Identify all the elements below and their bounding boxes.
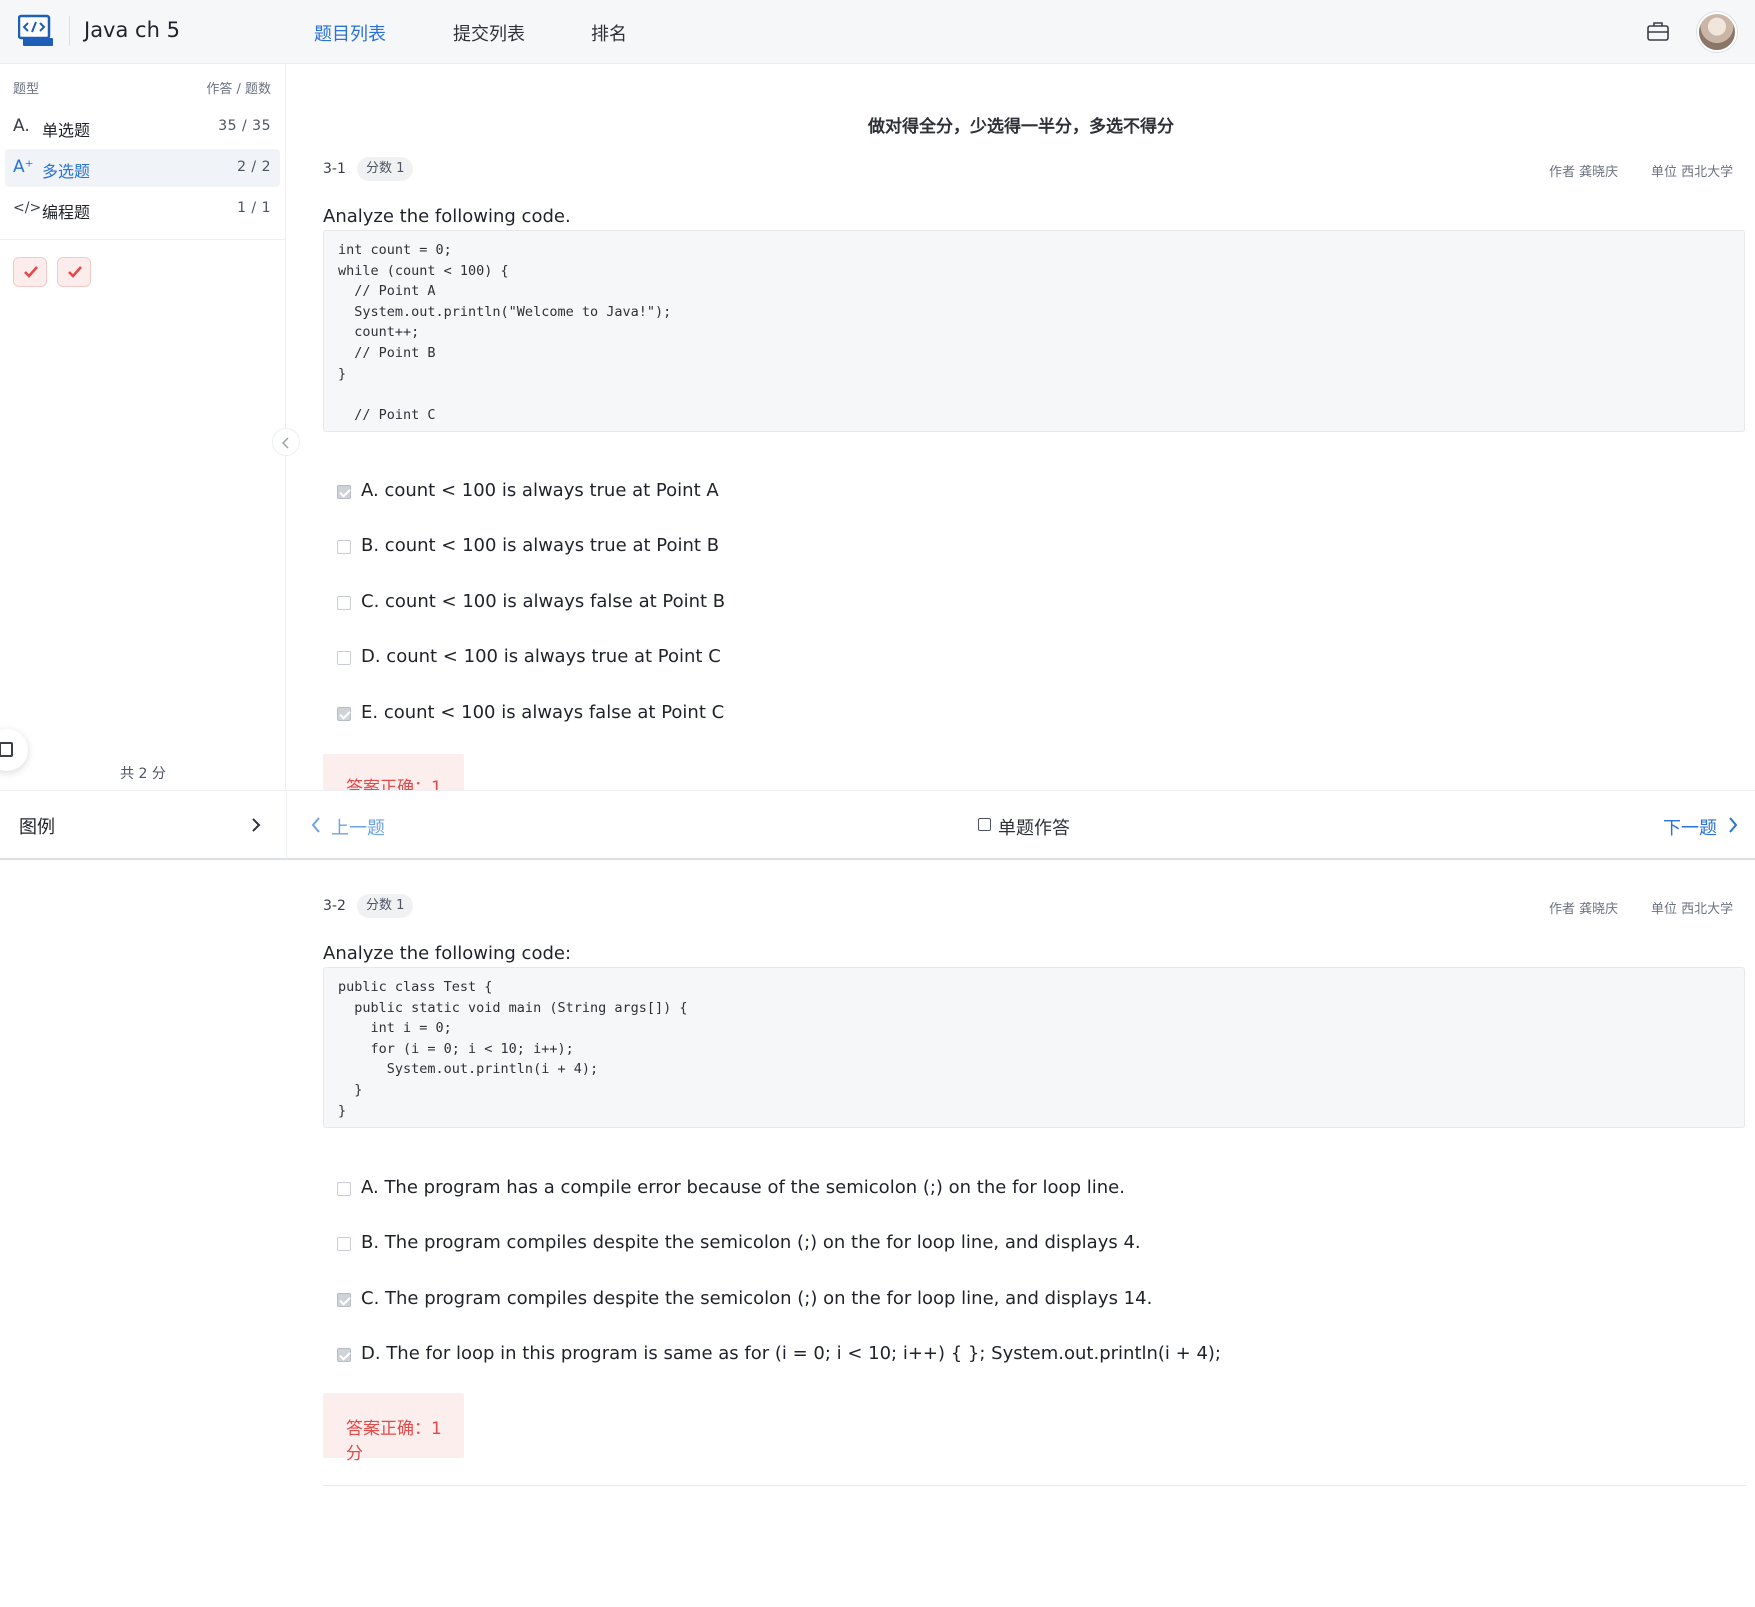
option-label: B. The program compiles despite the semi… [361, 1232, 1141, 1253]
checkbox[interactable] [978, 818, 991, 831]
top-bar: Java ch 5 题目列表 提交列表 排名 [0, 0, 1755, 64]
question-status-3-2[interactable] [57, 257, 91, 287]
tab-problem-list[interactable]: 题目列表 [314, 20, 386, 46]
column-count-label: 作答 / 题数 [206, 82, 271, 97]
sidebar-item-count: 35 / 35 [218, 118, 271, 134]
checkbox-checked[interactable] [337, 707, 351, 721]
option-label: D. The for loop in this program is same … [361, 1343, 1222, 1364]
score-tag: 分数 1 [357, 157, 414, 181]
sidebar-item-single-choice[interactable]: A. 单选题 35 / 35 [5, 108, 280, 146]
bottom-bar: 图例 上一题 单题作答 下一题 [0, 790, 1755, 860]
tab-ranking[interactable]: 排名 [591, 20, 627, 46]
checkbox-checked[interactable] [337, 1348, 351, 1362]
sidebar-header: 题型 作答 / 题数 [13, 78, 271, 97]
legend-button[interactable]: 图例 [19, 813, 55, 839]
option-label: D. count < 100 is always true at Point C [361, 646, 721, 667]
code-icon: </> [13, 200, 42, 216]
checkbox[interactable] [337, 1182, 351, 1196]
question-number: 3-1 [323, 161, 346, 177]
sidebar-divider [0, 239, 286, 240]
option-label: C. The program compiles despite the semi… [361, 1288, 1153, 1309]
code-block: public class Test { public static void m… [323, 967, 1745, 1128]
option-label: E. count < 100 is always false at Point … [361, 702, 725, 723]
score-tag: 分数 1 [357, 894, 414, 918]
question-status-3-1[interactable] [13, 257, 47, 287]
checkbox-checked[interactable] [337, 485, 351, 499]
sidebar: 题型 作答 / 题数 A. 单选题 35 / 35 A⁺ 多选题 2 / 2 <… [0, 64, 286, 790]
checkmark-icon [68, 266, 82, 278]
option-label: A. The program has a compile error becau… [361, 1177, 1125, 1198]
checkbox[interactable] [337, 651, 351, 665]
sidebar-item-programming[interactable]: </> 编程题 1 / 1 [5, 190, 280, 228]
sidebar-item-count: 1 / 1 [237, 200, 271, 216]
chevron-right-icon[interactable] [251, 817, 261, 833]
option-label: C. count < 100 is always false at Point … [361, 591, 726, 612]
sidebar-item-label: 编程题 [42, 203, 91, 222]
result-banner: 答案正确：1 分 [323, 1393, 464, 1464]
checkbox[interactable] [337, 540, 351, 554]
question-author: 作者 龚晓庆 [1549, 165, 1619, 180]
tab-submissions[interactable]: 提交列表 [453, 20, 525, 46]
single-mode-label: 单题作答 [998, 818, 1070, 839]
result-text: 答案正确：1 分 [346, 778, 442, 790]
question-divider [323, 1485, 1746, 1486]
checkbox[interactable] [337, 1237, 351, 1251]
prev-label: 上一题 [331, 818, 385, 839]
header-divider [69, 16, 70, 46]
column-type-label: 题型 [13, 82, 40, 97]
question-author: 作者 龚晓庆 [1549, 902, 1619, 917]
briefcase-icon[interactable] [1646, 20, 1670, 44]
app-logo-icon[interactable] [18, 14, 56, 48]
question-unit: 单位 西北大学 [1651, 165, 1734, 180]
chevron-right-icon [1729, 817, 1738, 833]
sidebar-item-label: 多选题 [42, 162, 91, 181]
total-score: 共 2 分 [120, 766, 166, 782]
option-label: B. count < 100 is always true at Point B [361, 535, 720, 556]
checkbox-checked[interactable] [337, 1293, 351, 1307]
option-label: A. count < 100 is always true at Point A [361, 480, 719, 501]
user-avatar[interactable] [1697, 12, 1737, 52]
chevron-left-icon [311, 817, 320, 833]
question-text: Analyze the following code. [323, 206, 571, 227]
panel-icon [0, 742, 13, 757]
sidebar-item-multi-choice[interactable]: A⁺ 多选题 2 / 2 [5, 149, 280, 187]
sidebar-item-count: 2 / 2 [237, 159, 271, 175]
result-text: 答案正确：1 分 [346, 1419, 442, 1464]
app-title: Java ch 5 [84, 18, 180, 42]
section-title: 做对得全分，少选得一半分，多选不得分 [868, 117, 1174, 137]
single-choice-icon: A. [13, 116, 30, 136]
multi-choice-icon: A⁺ [13, 157, 34, 177]
question-number: 3-2 [323, 898, 346, 914]
next-label: 下一题 [1663, 818, 1717, 839]
checkbox[interactable] [337, 596, 351, 610]
result-banner: 答案正确：1 分 [323, 754, 464, 790]
question-3-2: 3-2 分数 1 作者 龚晓庆 单位 西北大学 Analyze the foll… [287, 860, 1755, 1607]
question-text: Analyze the following code: [323, 943, 572, 964]
main-content: 做对得全分，少选得一半分，多选不得分 3-1 分数 1 作者 龚晓庆 单位 西北… [287, 64, 1755, 790]
code-block: int count = 0; while (count < 100) { // … [323, 230, 1745, 432]
question-unit: 单位 西北大学 [1651, 902, 1734, 917]
sidebar-item-label: 单选题 [42, 121, 91, 140]
checkmark-icon [24, 266, 38, 278]
footer-divider [286, 791, 287, 859]
